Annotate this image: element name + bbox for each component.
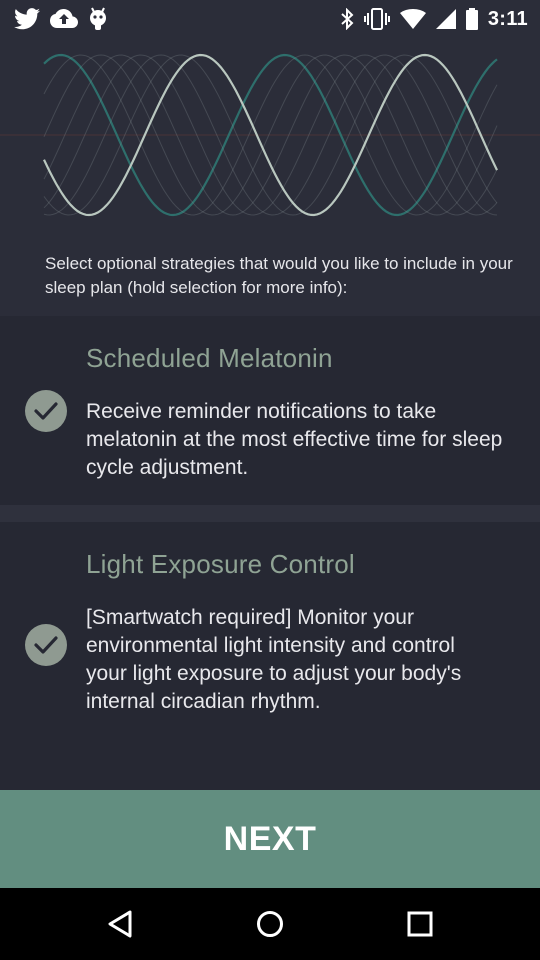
navigation-bar bbox=[0, 888, 540, 960]
option-title: Scheduled Melatonin bbox=[86, 343, 333, 373]
back-icon[interactable] bbox=[100, 904, 140, 944]
option-light-exposure-control[interactable]: Light Exposure Control [Smartwatch requi… bbox=[0, 522, 540, 790]
checkmark-icon[interactable] bbox=[25, 624, 67, 666]
option-scheduled-melatonin[interactable]: Scheduled Melatonin Receive reminder not… bbox=[0, 316, 540, 505]
intro-text: Select optional strategies that would yo… bbox=[45, 254, 513, 297]
status-left-icons bbox=[14, 5, 118, 33]
option-divider bbox=[0, 505, 540, 522]
home-icon[interactable] bbox=[250, 904, 290, 944]
recent-apps-icon[interactable] bbox=[400, 904, 440, 944]
checkmark-icon[interactable] bbox=[25, 390, 67, 432]
twitter-icon bbox=[14, 5, 40, 33]
status-bar: 3:11 bbox=[0, 0, 540, 38]
option-description: Receive reminder notifications to take m… bbox=[86, 400, 503, 479]
sine-wave-graphic bbox=[0, 38, 540, 238]
vibrate-icon bbox=[363, 5, 390, 33]
next-button[interactable]: NEXT bbox=[0, 790, 540, 888]
status-clock: 3:11 bbox=[487, 7, 528, 30]
status-right-icons: 3:11 bbox=[330, 5, 528, 33]
android-icon bbox=[88, 5, 108, 33]
option-description: [Smartwatch required] Monitor your envir… bbox=[86, 606, 462, 713]
cloud-upload-icon bbox=[50, 5, 78, 33]
option-title: Light Exposure Control bbox=[86, 549, 355, 579]
wifi-icon bbox=[399, 5, 426, 33]
bluetooth-icon bbox=[340, 5, 354, 33]
screen: 3:11 Select optional strategies that wou… bbox=[0, 0, 540, 960]
signal-icon bbox=[435, 5, 456, 33]
battery-icon bbox=[465, 5, 478, 33]
